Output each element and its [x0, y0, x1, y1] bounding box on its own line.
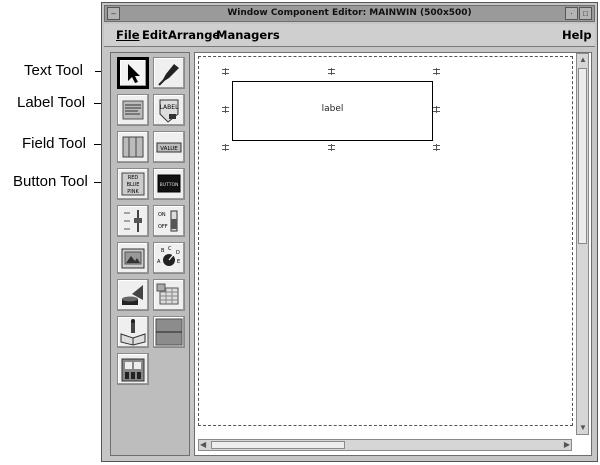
- list-item-red: RED: [128, 175, 139, 181]
- callout-field-tool: Field Tool: [22, 135, 86, 152]
- title-bar[interactable]: – Window Component Editor: MAINWIN (500x…: [104, 5, 595, 22]
- scroll-left-icon[interactable]: ◀: [200, 440, 206, 450]
- box-tool[interactable]: [153, 316, 185, 348]
- maximize-button[interactable]: □: [579, 7, 592, 20]
- toggle-off-text: OFF: [158, 224, 168, 230]
- sound-tool[interactable]: [117, 279, 149, 311]
- dial-letter-d: D: [176, 250, 180, 256]
- field-tool[interactable]: VALUE: [153, 131, 185, 163]
- resize-handle-bc[interactable]: [328, 144, 335, 151]
- scroll-down-icon[interactable]: ▼: [579, 423, 587, 433]
- floppy-tool[interactable]: [117, 353, 149, 385]
- menu-edit[interactable]: Edit: [142, 28, 168, 42]
- dial-tool[interactable]: A B C D E: [153, 242, 185, 274]
- menu-file[interactable]: File: [116, 28, 140, 42]
- slider-tool[interactable]: [117, 205, 149, 237]
- label-tag-icon: LABEL: [159, 99, 179, 123]
- callout-label-tool: Label Tool: [17, 94, 86, 111]
- resize-handle-bl[interactable]: [222, 144, 229, 151]
- horizontal-scrollbar[interactable]: ◀ ▶: [198, 439, 572, 451]
- pen-nib-icon: [158, 64, 179, 86]
- dial-letter-c: C: [168, 246, 172, 252]
- callout-button-tool: Button Tool: [13, 173, 88, 190]
- text-block-icon: [122, 100, 144, 120]
- arrow-pointer-icon: [128, 64, 140, 83]
- minimize-button[interactable]: ·: [565, 7, 578, 20]
- resize-handle-tc[interactable]: [328, 68, 335, 75]
- list-item-blue: BLUE: [127, 182, 140, 188]
- resize-handle-br[interactable]: [433, 144, 440, 151]
- dial-letter-b: B: [161, 248, 165, 254]
- option-list-tool[interactable]: RED BLUE PINK: [117, 168, 149, 200]
- value-field-icon: VALUE: [156, 142, 182, 153]
- button-tool[interactable]: BUTTON: [153, 168, 185, 200]
- scroll-right-icon[interactable]: ▶: [564, 440, 570, 450]
- menu-bar: File Edit Arrange Managers Help: [104, 24, 595, 47]
- list-columns-icon: [122, 136, 144, 158]
- window-title: Window Component Editor: MAINWIN (500x50…: [227, 8, 472, 18]
- button-icon-text: BUTTON: [160, 182, 179, 188]
- field-icon-text: VALUE: [160, 146, 178, 152]
- dial-knob-icon: A B C D E: [157, 246, 180, 266]
- menu-managers[interactable]: Managers: [216, 28, 280, 42]
- toggle-tool[interactable]: ON OFF: [153, 205, 185, 237]
- tool-palette: LABEL VALUE RED BLUE PINK BUTTON ON OFF …: [110, 52, 190, 456]
- pointer-tool[interactable]: [117, 57, 149, 89]
- dial-letter-a: A: [157, 259, 161, 265]
- dial-letter-e: E: [177, 259, 180, 265]
- callout-text-tool: Text Tool: [24, 62, 83, 79]
- menu-arrange[interactable]: Arrange: [168, 28, 220, 42]
- toggle-switch-icon: ON OFF: [158, 210, 178, 232]
- list-tool[interactable]: [117, 131, 149, 163]
- text-block-tool[interactable]: [117, 94, 149, 126]
- label-tool[interactable]: LABEL: [153, 94, 185, 126]
- label-icon-text: LABEL: [160, 104, 179, 111]
- disk-cabinet-icon: [121, 358, 145, 382]
- label-component[interactable]: label: [232, 81, 433, 141]
- resize-handle-ml[interactable]: [222, 106, 229, 113]
- text-tool[interactable]: [153, 57, 185, 89]
- menu-help[interactable]: Help: [562, 28, 592, 42]
- gramophone-icon: [122, 285, 143, 305]
- grid-table-icon: [156, 283, 179, 305]
- toggle-on-text: ON: [158, 212, 166, 218]
- label-component-text: label: [321, 104, 344, 114]
- rectangle-shape-icon: [155, 318, 183, 346]
- list-item-pink: PINK: [127, 189, 139, 195]
- document-tool[interactable]: [117, 316, 149, 348]
- grid-tool[interactable]: [153, 279, 185, 311]
- push-button-icon: BUTTON: [157, 174, 181, 193]
- open-book-icon: [120, 319, 146, 346]
- resize-handle-tl[interactable]: [222, 68, 229, 75]
- horizontal-scroll-thumb[interactable]: [211, 441, 345, 449]
- picture-tool[interactable]: [117, 242, 149, 274]
- scroll-up-icon[interactable]: ▲: [579, 55, 587, 65]
- resize-handle-tr[interactable]: [433, 68, 440, 75]
- slider-icon: [124, 210, 142, 232]
- vertical-scroll-thumb[interactable]: [578, 68, 587, 244]
- option-list-icon: RED BLUE PINK: [121, 172, 145, 196]
- resize-handle-mr[interactable]: [433, 106, 440, 113]
- component-editor-window: – Window Component Editor: MAINWIN (500x…: [101, 2, 598, 462]
- picture-frame-icon: [121, 248, 145, 269]
- vertical-scrollbar[interactable]: ▲ ▼: [576, 53, 589, 435]
